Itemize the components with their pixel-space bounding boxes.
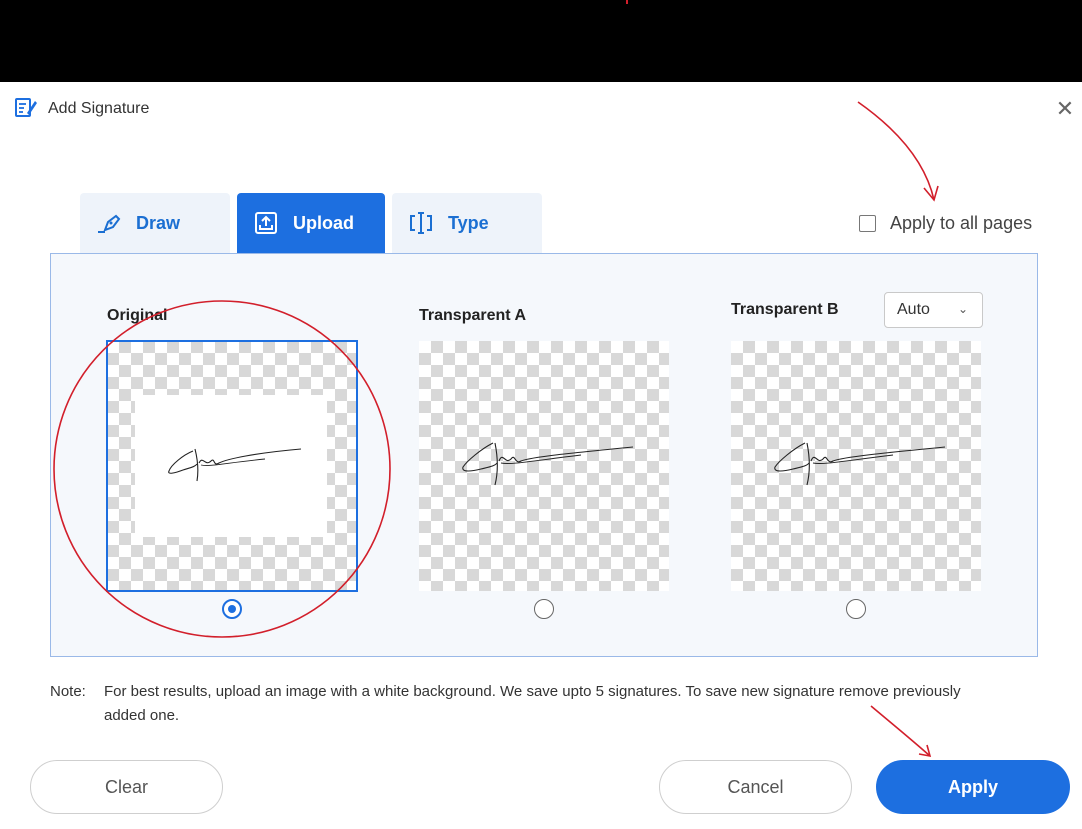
upload-panel: Original Transparent A Transparent B Aut…: [50, 253, 1038, 657]
text-cursor-icon: [408, 210, 434, 236]
mode-select-value: Auto: [897, 301, 930, 318]
signature-tabs: Draw Upload Type: [80, 193, 549, 253]
checkbox-box[interactable]: [859, 215, 876, 232]
clear-button[interactable]: Clear: [30, 760, 223, 814]
tab-upload[interactable]: Upload: [237, 193, 385, 253]
signature-image: [774, 442, 946, 486]
tab-label: Type: [448, 212, 489, 233]
note: Note: For best results, upload an image …: [50, 680, 980, 728]
tab-type[interactable]: Type: [392, 193, 542, 253]
cancel-button[interactable]: Cancel: [659, 760, 852, 814]
top-black-bar: [0, 0, 1082, 82]
close-icon: ✕: [1055, 96, 1075, 121]
apply-to-all-pages-label: Apply to all pages: [890, 213, 1033, 233]
annotation-arrowhead: [918, 744, 932, 758]
annotation-arrowhead: [923, 185, 939, 202]
radio-transparent-b[interactable]: [846, 599, 866, 619]
option-label-transparent-b: Transparent B: [731, 301, 839, 318]
close-button[interactable]: ✕: [1052, 96, 1078, 122]
note-label: Note:: [50, 683, 86, 700]
radio-transparent-a[interactable]: [534, 599, 554, 619]
signature-image: [462, 442, 634, 486]
dialog-title: Add Signature: [48, 100, 150, 117]
annotation-mark: [626, 0, 628, 4]
signature-preview-original[interactable]: [106, 340, 358, 592]
dialog-header: Add Signature ✕: [0, 82, 1082, 138]
option-label-transparent-a: Transparent A: [419, 307, 526, 324]
option-label-original: Original: [107, 307, 168, 324]
pen-icon: [96, 210, 122, 236]
signature-image: [168, 448, 302, 482]
signature-preview-transparent-b[interactable]: [731, 341, 981, 591]
upload-icon: [253, 210, 279, 236]
mode-select[interactable]: Auto ⌄: [884, 292, 983, 328]
tab-draw[interactable]: Draw: [80, 193, 230, 253]
chevron-down-icon: ⌄: [957, 302, 968, 316]
apply-button[interactable]: Apply: [876, 760, 1070, 814]
note-text: For best results, upload an image with a…: [104, 683, 961, 724]
apply-to-all-pages-checkbox[interactable]: Apply to all pages: [859, 213, 1032, 234]
signature-preview-transparent-a[interactable]: [419, 341, 669, 591]
tab-label: Draw: [136, 212, 181, 233]
signature-form-icon: [14, 96, 38, 120]
radio-original[interactable]: [222, 599, 242, 619]
tab-label: Upload: [293, 212, 354, 233]
